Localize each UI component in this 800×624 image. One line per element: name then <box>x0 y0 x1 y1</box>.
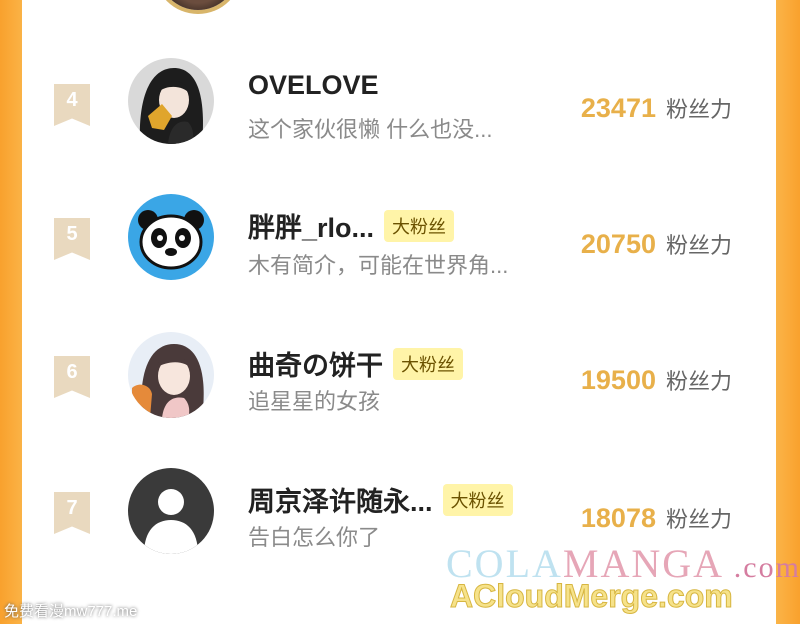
avatar[interactable] <box>128 332 214 418</box>
user-bio: 木有简介，可能在世界角... <box>248 253 509 278</box>
user-bio: 告白怎么你了 <box>248 525 381 550</box>
avatar[interactable] <box>128 468 214 554</box>
user-bio: 这个家伙很懒 什么也没... <box>248 117 493 142</box>
score-unit: 粉丝力 <box>665 97 732 122</box>
score-value: 23471 <box>580 93 656 123</box>
rank-badge: 6 <box>54 356 90 398</box>
user-name[interactable]: 胖胖_rlo... <box>248 206 374 245</box>
fan-score: 23471 粉丝力 <box>581 92 732 124</box>
fan-ranking-panel: 4 OVELOVE 这个家伙很懒 什么也没... 23471 粉丝力 5 胖胖_… <box>22 0 776 624</box>
score-value: 19500 <box>580 365 656 395</box>
dark-hair-girl-avatar-icon <box>128 58 214 144</box>
rank-badge: 5 <box>54 218 90 260</box>
avatar[interactable] <box>128 58 214 144</box>
acloudmerge-watermark: ACloudMerge.com <box>450 578 734 615</box>
anime-girl-avatar-icon <box>128 332 214 418</box>
fan-score: 19500 粉丝力 <box>581 364 732 396</box>
user-name[interactable]: 周京泽许随永... <box>248 480 433 519</box>
site-watermark: 免费看漫mw777.me <box>4 603 138 620</box>
list-item[interactable]: 6 曲奇の饼干 大粉丝 追星星的女孩 19500 粉丝力 <box>22 318 776 438</box>
rank-badge: 4 <box>54 84 90 126</box>
big-fan-badge: 大粉丝 <box>442 483 513 516</box>
default-person-icon <box>128 468 214 554</box>
score-unit: 粉丝力 <box>665 507 732 532</box>
panda-avatar-icon <box>128 194 214 280</box>
user-name[interactable]: 曲奇の饼干 <box>248 344 383 383</box>
list-item[interactable]: 5 胖胖_rlo... 大粉丝 木有简介，可能在世界角... 20750 粉丝力 <box>22 180 776 300</box>
score-value: 18078 <box>580 503 656 533</box>
avatar[interactable] <box>128 194 214 280</box>
fan-score: 20750 粉丝力 <box>581 228 732 260</box>
avatar[interactable] <box>158 0 238 10</box>
score-unit: 粉丝力 <box>665 369 732 394</box>
rank-badge: 7 <box>54 492 90 534</box>
score-value: 20750 <box>580 229 656 259</box>
big-fan-badge: 大粉丝 <box>393 347 463 380</box>
user-bio: 追星星的女孩 <box>248 389 381 414</box>
big-fan-badge: 大粉丝 <box>384 209 455 242</box>
user-name[interactable]: OVELOVE <box>248 70 379 101</box>
score-unit: 粉丝力 <box>665 233 732 258</box>
watermark-part: .com <box>733 551 800 584</box>
list-item[interactable]: 4 OVELOVE 这个家伙很懒 什么也没... 23471 粉丝力 <box>22 40 776 160</box>
fan-score: 18078 粉丝力 <box>581 502 732 534</box>
